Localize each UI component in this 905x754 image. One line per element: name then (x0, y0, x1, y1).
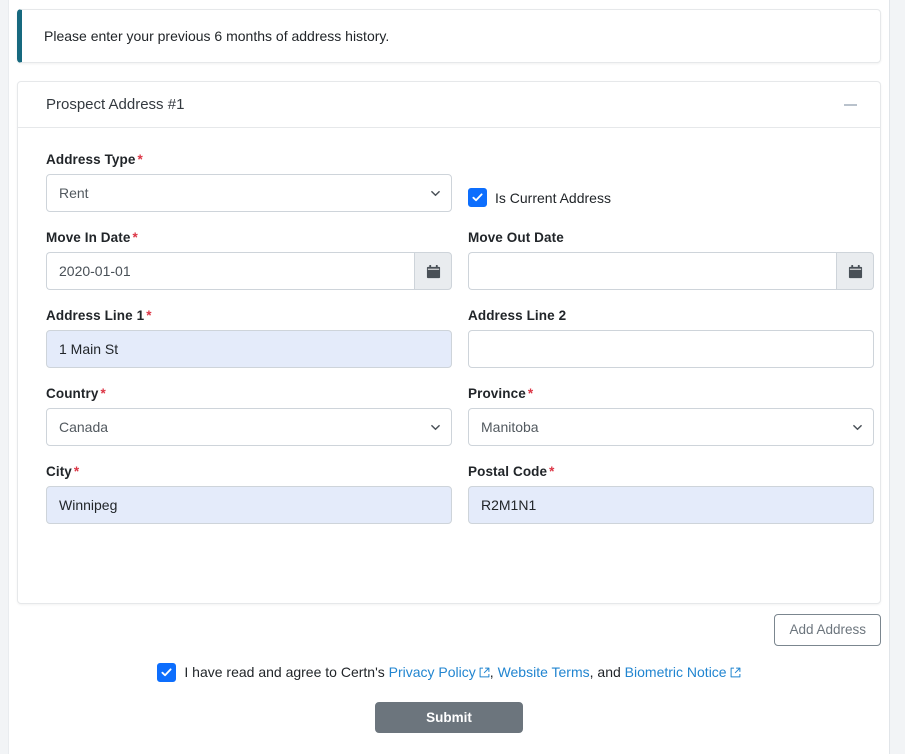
province-label: Province * (468, 386, 874, 401)
postal-code-label-text: Postal Code (468, 464, 548, 479)
external-link-icon (730, 665, 741, 681)
consent-row: I have read and agree to Certn's Privacy… (9, 663, 889, 682)
is-current-address-check-row[interactable]: Is Current Address (468, 188, 611, 207)
card-title: Prospect Address #1 (46, 96, 185, 113)
prospect-address-card-header[interactable]: Prospect Address #1 (18, 82, 880, 128)
submit-row: Submit (9, 702, 889, 733)
calendar-icon (848, 264, 862, 278)
country-label-text: Country (46, 386, 99, 401)
country-required-mark: * (100, 386, 106, 401)
form-row-country-province: Country* Province* (46, 386, 874, 446)
move-in-date-label-text: Move In Date (46, 230, 131, 245)
address-line-2-input[interactable] (468, 330, 874, 368)
prospect-address-card-body: Address Type* Is Current Addres (18, 128, 880, 524)
field-city: City * (46, 464, 452, 524)
address-type-label-text: Address Type (46, 152, 136, 167)
field-address-line-1: Address Line 1 * (46, 308, 452, 368)
move-out-date-calendar-button[interactable] (836, 252, 874, 290)
province-required-mark: * (527, 386, 534, 401)
website-terms-link[interactable]: Website Terms (498, 664, 590, 680)
form-row-dates: Move In Date * 2020-01-01 Move Out Date (46, 230, 874, 290)
move-out-date-label-text: Move Out Date (468, 230, 564, 245)
prospect-address-card: Prospect Address #1 Address Type * Rent … (17, 81, 881, 604)
address-type-select-wrap (46, 174, 452, 212)
field-address-type: Address Type * (46, 152, 452, 212)
address-type-select[interactable] (46, 174, 452, 212)
privacy-policy-link[interactable]: Privacy Policy (389, 664, 490, 680)
move-in-date-input[interactable] (46, 252, 414, 290)
postal-code-required-mark: * (549, 464, 555, 479)
city-label: City * (46, 464, 452, 479)
address-line-1-label-text: Address Line 1 (46, 308, 145, 323)
address-line-2-label-text: Address Line 2 (468, 308, 567, 323)
address-type-required-mark: * (137, 152, 143, 167)
form-row-city-postal: City* Postal Code* (46, 464, 874, 524)
consent-text-before: I have read and agree to Certn's (184, 664, 385, 680)
consent-checkbox[interactable] (157, 663, 177, 682)
country-select[interactable] (46, 408, 452, 446)
form-row-address-type: Address Type* Is Current Addres (46, 152, 852, 212)
address-line-1-label: Address Line 1 * (46, 308, 452, 323)
consent-and: , and (589, 664, 621, 680)
move-in-date-calendar-button[interactable] (414, 252, 452, 290)
add-address-row: Add Address (17, 614, 881, 646)
page-content: Please enter your previous 6 months of a… (9, 0, 889, 754)
country-label: Country * (46, 386, 452, 401)
biometric-notice-link[interactable]: Biometric Notice (625, 664, 741, 680)
province-label-text: Province (468, 386, 526, 401)
address-line-2-label: Address Line 2 (468, 308, 874, 323)
address-type-label: Address Type * (46, 152, 452, 167)
field-country: Country * (46, 386, 452, 446)
biometric-notice-link-text: Biometric Notice (624, 664, 727, 680)
field-province: Province * (468, 386, 874, 446)
move-in-date-label: Move In Date * (46, 230, 452, 245)
is-current-address-checkbox[interactable] (468, 188, 487, 207)
move-out-date-label: Move Out Date (468, 230, 874, 245)
calendar-icon (426, 264, 440, 278)
move-in-date-required-mark: * (132, 230, 138, 245)
city-input[interactable] (46, 486, 452, 524)
address-line-1-input[interactable] (46, 330, 452, 368)
field-move-out-date: Move Out Date (468, 230, 874, 290)
info-alert: Please enter your previous 6 months of a… (17, 9, 881, 63)
move-in-date-input-group (46, 252, 452, 290)
consent-text: I have read and agree to Certn's Privacy… (184, 664, 740, 681)
field-postal-code: Postal Code * (468, 464, 874, 524)
country-select-wrap (46, 408, 452, 446)
external-link-icon (479, 665, 490, 681)
address-line-1-required-mark: * (146, 308, 152, 323)
submit-button[interactable]: Submit (375, 702, 523, 733)
page-left-gutter (0, 0, 9, 754)
is-current-address-label: Is Current Address (495, 189, 611, 206)
postal-code-label: Postal Code * (468, 464, 874, 479)
page-right-scroll-gutter[interactable] (889, 0, 905, 754)
privacy-policy-link-text: Privacy Policy (388, 664, 476, 680)
field-move-in-date: Move In Date * (46, 230, 452, 290)
add-address-button[interactable]: Add Address (774, 614, 881, 646)
field-is-current-address: Is Current Address (468, 152, 874, 212)
province-select-wrap (468, 408, 874, 446)
consent-comma: , (489, 664, 494, 680)
province-select[interactable] (468, 408, 874, 446)
field-address-line-2: Address Line 2 (468, 308, 874, 368)
minus-icon[interactable] (842, 97, 858, 113)
move-out-date-input[interactable] (468, 252, 836, 290)
info-alert-text: Please enter your previous 6 months of a… (44, 28, 390, 44)
postal-code-input[interactable] (468, 486, 874, 524)
move-out-date-input-group (468, 252, 874, 290)
form-row-address-lines: Address Line 1* Address Line 2 (46, 308, 874, 368)
city-label-text: City (46, 464, 72, 479)
city-required-mark: * (73, 464, 80, 479)
